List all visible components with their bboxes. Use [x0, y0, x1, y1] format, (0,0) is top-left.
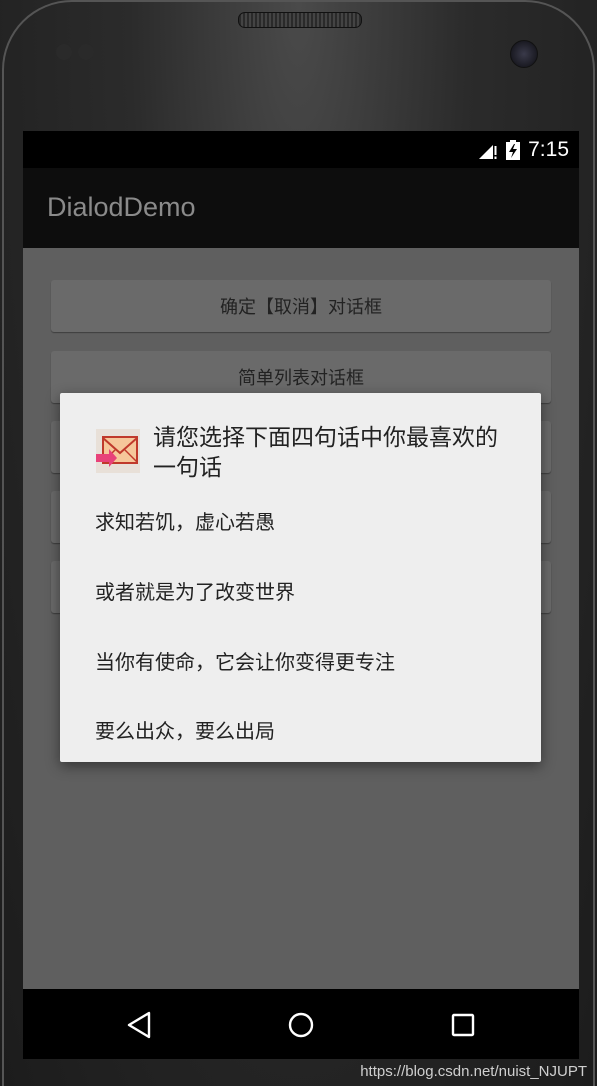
recents-icon[interactable] [445, 1007, 481, 1043]
option-label: 求知若饥，虚心若愚 [95, 509, 275, 534]
button-label: 简单列表对话框 [238, 368, 364, 389]
light-sensor [78, 44, 94, 60]
watermark: https://blog.csdn.net/nuist_NJUPT [360, 1063, 587, 1080]
screen: 7:15 DialodDemo 确定【取消】对话框 简单列表对话框 请您选择下面… [23, 131, 579, 1059]
dialog-option-4[interactable]: 要么出众，要么出局 [95, 704, 515, 754]
app-title: DialodDemo [47, 192, 196, 222]
option-label: 要么出众，要么出局 [95, 718, 275, 743]
home-icon[interactable] [283, 1007, 319, 1043]
navigation-bar [23, 989, 579, 1059]
main-content: 确定【取消】对话框 简单列表对话框 请您选择下面四句话中你最喜欢的一句话 求知若… [23, 248, 579, 989]
status-bar: 7:15 [23, 131, 579, 168]
proximity-sensor [56, 44, 72, 60]
battery-charging-icon [506, 139, 521, 160]
button-label: 确定【取消】对话框 [220, 297, 382, 318]
dialog-title: 请您选择下面四句话中你最喜欢的一句话 [153, 425, 498, 481]
option-label: 或者就是为了改变世界 [95, 579, 295, 604]
app-bar: DialodDemo [23, 168, 579, 248]
single-choice-dialog: 请您选择下面四句话中你最喜欢的一句话 求知若饥，虚心若愚 或者就是为了改变世界 … [60, 393, 541, 762]
confirm-cancel-dialog-button[interactable]: 确定【取消】对话框 [51, 280, 551, 332]
mail-icon [96, 429, 140, 473]
status-icons: 7:15 [478, 131, 569, 168]
dialog-option-3[interactable]: 当你有使命，它会让你变得更专注 [95, 635, 515, 685]
signal-icon [479, 144, 497, 159]
dialog-option-2[interactable]: 或者就是为了改变世界 [95, 565, 515, 615]
option-label: 当你有使命，它会让你变得更专注 [95, 649, 395, 674]
earpiece-speaker [238, 12, 362, 28]
status-clock: 7:15 [528, 137, 569, 161]
front-camera [510, 40, 538, 68]
dialog-option-1[interactable]: 求知若饥，虚心若愚 [95, 495, 515, 545]
back-icon[interactable] [121, 1007, 157, 1043]
